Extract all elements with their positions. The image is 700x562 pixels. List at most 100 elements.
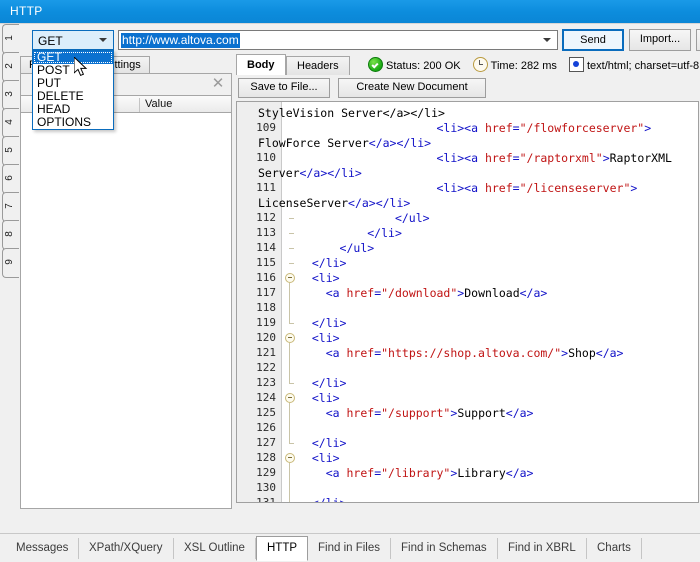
fold-collapse-icon[interactable] [285, 393, 295, 403]
code-line-113: </li> [298, 226, 402, 241]
code-line-131: </li> [298, 496, 346, 502]
code-token [298, 451, 312, 465]
editor-code-area[interactable]: StyleVision Server</a></li> <li><a href=… [298, 102, 698, 502]
vertical-tab-2[interactable]: 2 [1, 52, 19, 80]
success-circle-icon [368, 57, 383, 72]
import-button[interactable]: Import... [629, 29, 691, 51]
code-line-112: </ul> [298, 211, 430, 226]
http-method-combo[interactable]: GET [32, 30, 114, 50]
bottom-tab-find-in-files[interactable]: Find in Files [308, 538, 391, 559]
code-token [298, 241, 340, 255]
code-token: </li> [312, 436, 347, 450]
fold-end-tick [289, 323, 294, 324]
code-token: href [346, 466, 374, 480]
vertical-tab-4[interactable]: 4 [1, 108, 19, 136]
vertical-tab-9[interactable]: 9 [1, 248, 19, 276]
code-token: <li> [312, 331, 340, 345]
code-token: href [485, 151, 513, 165]
line-number-115: 115 [256, 256, 276, 269]
response-status-line: Status: 200 OK Time: 282 ms text/html; c… [368, 57, 700, 74]
vertical-tab-6[interactable]: 6 [1, 164, 19, 192]
code-token: = [513, 151, 520, 165]
line-number-130: 130 [256, 481, 276, 494]
code-token: "/support" [381, 406, 450, 420]
code-token [298, 151, 436, 165]
code-token: </ul> [395, 211, 430, 225]
column-header-value: Value [139, 98, 239, 112]
create-new-document-button[interactable]: Create New Document [338, 78, 486, 98]
code-token [298, 466, 326, 480]
chevron-down-icon[interactable] [543, 38, 551, 42]
code-token: </a></li> [348, 196, 410, 210]
response-body-editor[interactable]: 1091101111121131141151161171181191201211… [236, 101, 699, 503]
save-to-file-button[interactable]: Save to File... [238, 78, 330, 98]
code-token: StyleVision Server</a></li> [258, 106, 445, 120]
code-line-121: <a href="https://shop.altova.com/">Shop<… [298, 346, 623, 361]
send-button[interactable]: Send [562, 29, 624, 51]
vertical-tab-1[interactable]: 1 [1, 24, 19, 52]
bottom-tab-xpath-xquery[interactable]: XPath/XQuery [79, 538, 174, 559]
code-token: <li><a [436, 151, 484, 165]
line-number-111: 111 [256, 181, 276, 194]
code-token: </a> [596, 346, 624, 360]
fold-end-tick [289, 383, 294, 384]
code-line-123: </li> [298, 376, 346, 391]
code-token: </li> [312, 496, 347, 502]
code-line-111: <li><a href="/licenseserver"> [298, 181, 637, 196]
line-number-113: 113 [256, 226, 276, 239]
vertical-tab-7[interactable]: 7 [1, 192, 19, 220]
vertical-tab-strip[interactable]: 123456789 [1, 24, 19, 509]
bottom-tab-bar[interactable]: MessagesXPath/XQueryXSL OutlineHTTPFind … [0, 533, 700, 562]
status-label: Status: 200 OK [386, 60, 461, 72]
code-token: > [630, 181, 637, 195]
code-line-110-wrap: Server</a></li> [258, 166, 362, 181]
bottom-tab-charts[interactable]: Charts [587, 538, 642, 559]
editor-line-number-gutter: 1091101111121131141151161171181191201211… [237, 102, 282, 502]
code-token [298, 346, 326, 360]
code-token: > [603, 151, 610, 165]
chevron-down-icon [99, 38, 107, 42]
bottom-tab-xsl-outline[interactable]: XSL Outline [174, 538, 256, 559]
dropdown-item-options[interactable]: OPTIONS [33, 116, 113, 129]
line-number-110: 110 [256, 151, 276, 164]
code-line-128: <li> [298, 451, 340, 466]
url-input[interactable]: http://www.altova.com [118, 30, 558, 50]
code-token [298, 406, 326, 420]
code-token: href [346, 346, 374, 360]
extra-button[interactable] [696, 29, 700, 51]
code-token: </a> [506, 466, 534, 480]
close-icon[interactable]: ✕ [209, 76, 227, 93]
content-type-badge: text/html; charset=utf-8 [569, 57, 699, 72]
fold-collapse-icon[interactable] [285, 273, 295, 283]
bottom-tab-find-in-xbrl[interactable]: Find in XBRL [498, 538, 587, 559]
line-number-123: 123 [256, 376, 276, 389]
line-number-126: 126 [256, 421, 276, 434]
fold-collapse-icon[interactable] [285, 333, 295, 343]
bottom-tab-http[interactable]: HTTP [256, 536, 308, 561]
time-label: Time: 282 ms [491, 60, 557, 72]
tab-body[interactable]: Body [236, 54, 286, 75]
editor-fold-column[interactable] [282, 102, 298, 502]
fold-end-tick [289, 443, 294, 444]
vertical-tab-8[interactable]: 8 [1, 220, 19, 248]
code-token: <li> [312, 391, 340, 405]
code-token: </a></li> [300, 166, 362, 180]
line-number-124: 124 [256, 391, 276, 404]
bottom-tab-messages[interactable]: Messages [6, 538, 79, 559]
tab-headers[interactable]: Headers [286, 56, 350, 75]
http-method-dropdown[interactable]: GETPOSTPUTDELETEHEADOPTIONS [32, 50, 114, 130]
code-line-114: </ul> [298, 241, 374, 256]
time-badge: Time: 282 ms [473, 57, 557, 72]
line-number-118: 118 [256, 301, 276, 314]
code-token [298, 391, 312, 405]
bottom-tab-find-in-schemas[interactable]: Find in Schemas [391, 538, 498, 559]
line-number-125: 125 [256, 406, 276, 419]
parameter-grid-body[interactable] [20, 113, 232, 509]
vertical-tab-3[interactable]: 3 [1, 80, 19, 108]
fold-guide-line [289, 283, 290, 323]
line-number-131: 131 [256, 496, 276, 502]
code-line-125: <a href="/support">Support</a> [298, 406, 533, 421]
line-number-120: 120 [256, 331, 276, 344]
fold-collapse-icon[interactable] [285, 453, 295, 463]
vertical-tab-5[interactable]: 5 [1, 136, 19, 164]
